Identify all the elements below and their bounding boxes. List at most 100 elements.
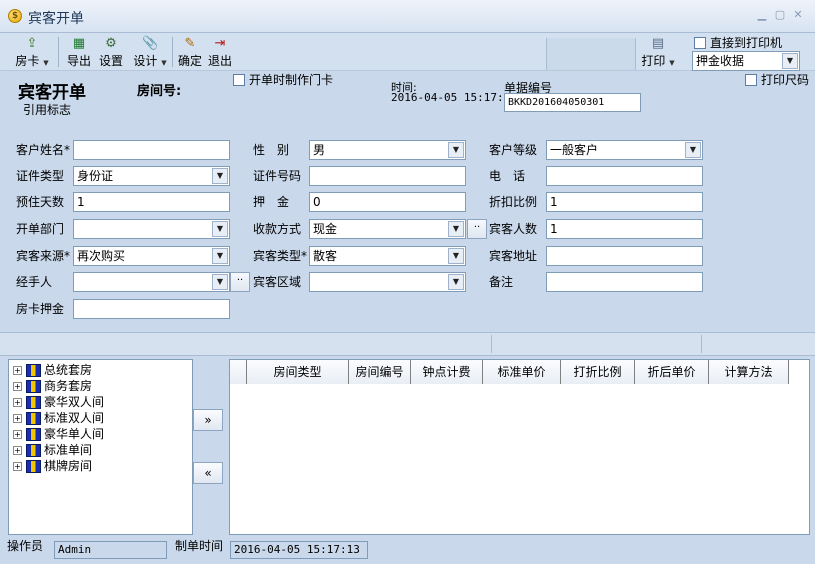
expand-icon[interactable]: + [13, 398, 22, 407]
print-button[interactable]: ▤ 打印 ▼ [640, 36, 676, 70]
pay-method-value: 现金 [313, 222, 338, 236]
expand-icon[interactable]: + [13, 462, 22, 471]
book-icon [26, 380, 41, 393]
chevron-down-icon[interactable]: ▼ [448, 142, 464, 158]
guest-count-field[interactable]: 1 [546, 219, 703, 239]
deposit-field[interactable]: 0 [309, 192, 466, 212]
area-select[interactable]: ▼ [309, 272, 466, 292]
print-template-value: 押金收据 [696, 54, 745, 68]
card-deposit-field[interactable] [73, 299, 230, 319]
col-header-discount[interactable]: 打折比例 [561, 360, 635, 384]
discount-field[interactable]: 1 [546, 192, 703, 212]
col-header-room-type[interactable]: 房间类型 [247, 360, 349, 384]
close-icon[interactable]: ✕ [791, 9, 805, 21]
chevron-down-icon[interactable]: ▼ [212, 274, 228, 290]
col-header-final-price[interactable]: 折后单价 [635, 360, 709, 384]
room-type-tree[interactable]: + 总统套房 + 商务套房 + 豪华双人间 + 标准双人间 + 豪华单人间 + 标准单间 +… [8, 359, 193, 535]
export-button[interactable]: ▦ 导出 [64, 36, 94, 68]
print-label: 打印 [641, 54, 666, 68]
printer-icon: ▤ [651, 36, 665, 51]
deposit-label: 押 金 [253, 195, 290, 209]
tree-item[interactable]: + 棋牌房间 [13, 458, 192, 474]
maximize-icon[interactable]: ▢ [773, 9, 787, 21]
col-header-hourly[interactable]: 钟点计费 [411, 360, 483, 384]
handler-more-button[interactable]: ·· [230, 272, 250, 292]
customer-level-select[interactable]: 一般客户 ▼ [546, 140, 703, 160]
col-header-calc-method[interactable]: 计算方法 [709, 360, 789, 384]
tree-item[interactable]: + 豪华单人间 [13, 426, 192, 442]
pay-method-select[interactable]: 现金 ▼ [309, 219, 466, 239]
chevron-down-icon[interactable]: ▼ [448, 274, 464, 290]
made-time-value: 2016-04-05 15:17:13 [230, 541, 368, 559]
tree-item[interactable]: + 标准单间 [13, 442, 192, 458]
direct-print-checkbox[interactable] [694, 37, 706, 49]
tree-item[interactable]: + 总统套房 [13, 362, 192, 378]
page-title: 宾客开单 [18, 83, 86, 103]
minimize-icon[interactable]: ▁ [755, 9, 769, 21]
handler-select[interactable]: ▼ [73, 272, 230, 292]
handler-label: 经手人 [16, 275, 53, 289]
book-icon [26, 412, 41, 425]
expand-icon[interactable]: + [13, 414, 22, 423]
expand-icon[interactable]: + [13, 382, 22, 391]
chevron-down-icon[interactable]: ▼ [448, 221, 464, 237]
pay-method-more-button[interactable]: ·· [467, 219, 487, 239]
id-type-value: 身份证 [77, 169, 114, 183]
direct-print-label: 直接到打印机 [710, 36, 783, 50]
exit-button[interactable]: ⇥ 退出 [206, 36, 234, 68]
chevron-down-icon: ▼ [161, 59, 167, 67]
tree-item[interactable]: + 标准双人间 [13, 410, 192, 426]
expand-icon[interactable]: + [13, 366, 22, 375]
design-label: 设计 [133, 54, 158, 68]
source-select[interactable]: 再次购买 ▼ [73, 246, 230, 266]
chevron-down-icon[interactable]: ▼ [212, 248, 228, 264]
card-deposit-label: 房卡押金 [16, 302, 65, 316]
chevron-down-icon[interactable]: ▼ [212, 221, 228, 237]
remark-field[interactable] [546, 272, 703, 292]
stay-days-field[interactable]: 1 [73, 192, 230, 212]
fangka-button[interactable]: ⇪ 房卡 ▼ [12, 36, 52, 70]
address-field[interactable] [546, 246, 703, 266]
id-type-select[interactable]: 身份证 ▼ [73, 166, 230, 186]
tree-item-label: 商务套房 [44, 379, 93, 393]
customer-name-field[interactable] [73, 140, 230, 160]
chevron-down-icon[interactable]: ▼ [212, 168, 228, 184]
room-grid[interactable]: 房间类型 房间编号 钟点计费 标准单价 打折比例 折后单价 计算方法 [229, 359, 810, 535]
gender-value: 男 [313, 143, 326, 157]
customer-name-label: 客户姓名* [16, 143, 71, 157]
settings-button[interactable]: ⚙ 设置 [96, 36, 126, 68]
design-button[interactable]: 📎 设计 ▼ [132, 36, 168, 70]
id-no-field[interactable] [309, 166, 466, 186]
expand-icon[interactable]: + [13, 446, 22, 455]
chevron-down-icon[interactable]: ▼ [685, 142, 701, 158]
id-type-label: 证件类型 [16, 169, 65, 183]
confirm-button[interactable]: ✎ 确定 [176, 36, 204, 68]
gender-select[interactable]: 男 ▼ [309, 140, 466, 160]
print-ruler-checkbox[interactable] [745, 74, 757, 86]
col-header-std-price[interactable]: 标准单价 [483, 360, 561, 384]
exit-icon: ⇥ [214, 36, 226, 51]
make-card-checkbox[interactable] [233, 74, 245, 86]
toolbar-separator [172, 37, 173, 67]
time-value: 2016-04-05 15:17:16 [391, 91, 504, 104]
tree-item-label: 标准单间 [44, 443, 93, 457]
customer-level-value: 一般客户 [550, 143, 599, 157]
dept-select[interactable]: ▼ [73, 219, 230, 239]
bill-no-field[interactable]: BKKD201604050301 [504, 93, 641, 112]
remove-room-button[interactable]: « [193, 462, 223, 484]
toolbar: ⇪ 房卡 ▼ ▦ 导出 ⚙ 设置 📎 设计 ▼ ✎ 确定 ⇥ 退出 ▤ 打印 ▼… [0, 33, 815, 71]
chevron-down-icon[interactable]: ▼ [448, 248, 464, 264]
stay-days-label: 预住天数 [16, 195, 65, 209]
tree-item-label: 标准双人间 [44, 411, 105, 425]
add-room-button[interactable]: » [193, 409, 223, 431]
guest-type-select[interactable]: 散客 ▼ [309, 246, 466, 266]
phone-field[interactable] [546, 166, 703, 186]
chevron-down-icon: ▼ [669, 59, 675, 67]
expand-icon[interactable]: + [13, 430, 22, 439]
print-template-select[interactable]: 押金收据 ▼ [692, 51, 800, 71]
tree-item[interactable]: + 豪华双人间 [13, 394, 192, 410]
exit-label: 退出 [207, 54, 232, 68]
col-header-room-no[interactable]: 房间编号 [349, 360, 411, 384]
chevron-down-icon[interactable]: ▼ [782, 53, 798, 69]
tree-item[interactable]: + 商务套房 [13, 378, 192, 394]
